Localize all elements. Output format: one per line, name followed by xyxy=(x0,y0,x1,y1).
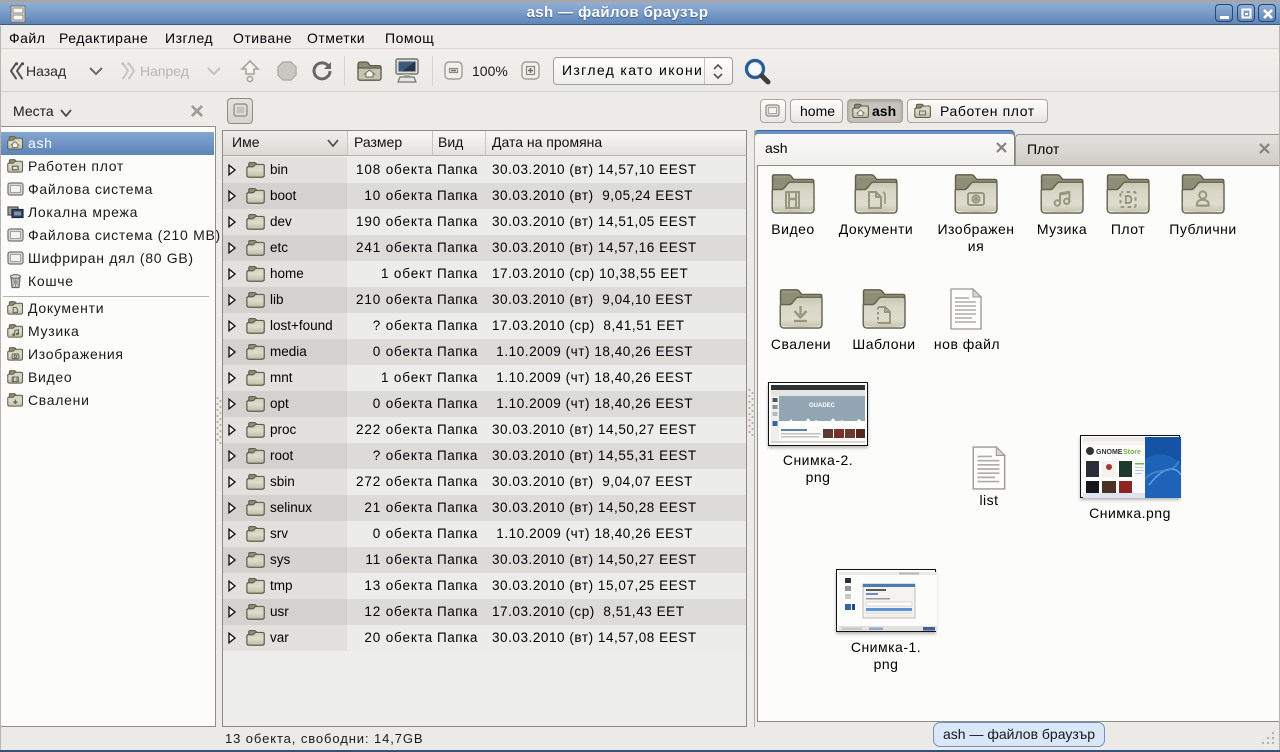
svg-text:GUADEC: GUADEC xyxy=(809,403,836,409)
svg-text:GNOME: GNOME xyxy=(1096,449,1123,456)
svg-text:Store: Store xyxy=(1123,449,1141,456)
